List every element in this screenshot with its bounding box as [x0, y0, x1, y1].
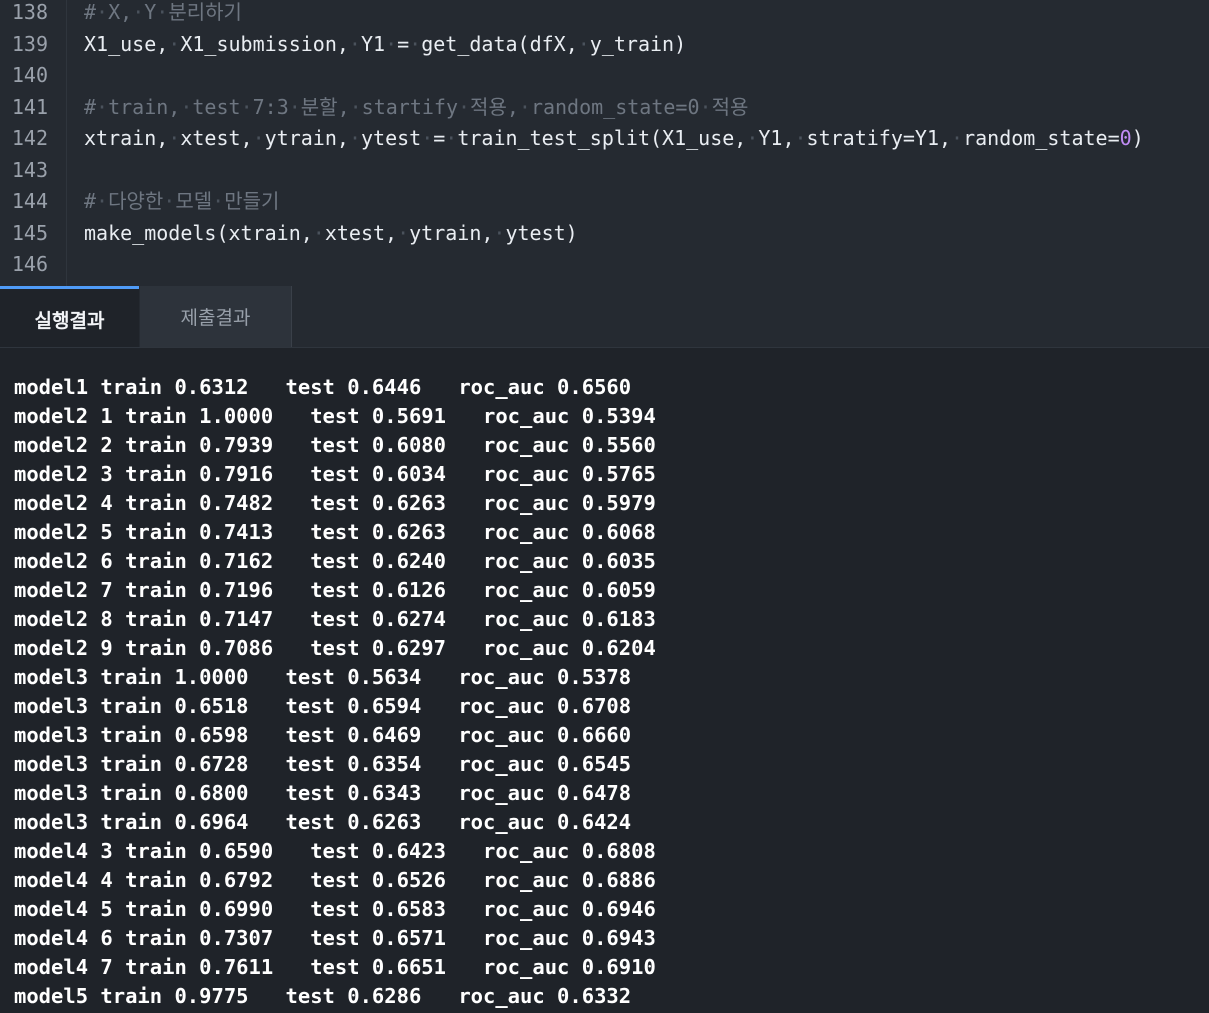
- output-line: model3 train 1.0000 test 0.5634 roc_auc …: [14, 665, 632, 689]
- output-panel: model1 train 0.6312 test 0.6446 roc_auc …: [0, 348, 1209, 1013]
- line-number: 143: [11, 157, 48, 182]
- output-line: model4 4 train 0.6792 test 0.6526 roc_au…: [14, 868, 656, 892]
- output-line: model2 4 train 0.7482 test 0.6263 roc_au…: [14, 491, 656, 515]
- output-line: model2 2 train 0.7939 test 0.6080 roc_au…: [14, 433, 656, 457]
- output-line: model2 9 train 0.7086 test 0.6297 roc_au…: [14, 636, 656, 660]
- line-number: 141: [11, 94, 48, 119]
- tab-submit-result[interactable]: 제출결과: [140, 286, 292, 347]
- output-line: model2 6 train 0.7162 test 0.6240 roc_au…: [14, 549, 656, 573]
- line-number-gutter: 138 139 140 141 142 143 144 145 146: [0, 0, 67, 286]
- line-number: 138: [11, 0, 48, 24]
- code-comment-line: #·train,·test·7:3·분할,·startify·적용,·rando…: [84, 94, 749, 119]
- output-line: model2 3 train 0.7916 test 0.6034 roc_au…: [14, 462, 656, 486]
- output-line: model2 8 train 0.7147 test 0.6274 roc_au…: [14, 607, 656, 631]
- output-line: model3 train 0.6598 test 0.6469 roc_auc …: [14, 723, 632, 747]
- output-line: model3 train 0.6518 test 0.6594 roc_auc …: [14, 694, 632, 718]
- output-line: model3 train 0.6800 test 0.6343 roc_auc …: [14, 781, 632, 805]
- code-line: xtrain,·xtest,·ytrain,·ytest·=·train_tes…: [84, 126, 1144, 150]
- output-line: model3 train 0.6964 test 0.6263 roc_auc …: [14, 810, 632, 834]
- result-tabs: 실행결과 제출결과: [0, 286, 1209, 348]
- code-line: make_models(xtrain,·xtest,·ytrain,·ytest…: [84, 220, 578, 245]
- code-comment-line: #·다양한·모델·만들기: [84, 189, 280, 213]
- output-line: model4 6 train 0.7307 test 0.6571 roc_au…: [14, 926, 656, 950]
- line-number: 144: [11, 189, 48, 213]
- output-line: model1 train 0.6312 test 0.6446 roc_auc …: [14, 375, 632, 399]
- output-line: model4 3 train 0.6590 test 0.6423 roc_au…: [14, 839, 656, 863]
- code-editor[interactable]: 138 139 140 141 142 143 144 145 146 #·X,·Y·분리하기 X…: [0, 0, 1209, 286]
- output-line: model4 7 train 0.7611 test 0.6651 roc_au…: [14, 955, 656, 979]
- line-number: 146: [11, 252, 48, 276]
- line-number: 139: [11, 31, 48, 56]
- output-line: model2 1 train 1.0000 test 0.5691 roc_au…: [14, 404, 656, 428]
- output-line: model5 train 0.9775 test 0.6286 roc_auc …: [14, 984, 632, 1008]
- code-line: X1_use,·X1_submission,·Y1·=·get_data(dfX…: [84, 31, 687, 56]
- output-line: model4 5 train 0.6990 test 0.6583 roc_au…: [14, 897, 656, 921]
- output-line: model2 5 train 0.7413 test 0.6263 roc_au…: [14, 520, 656, 544]
- output-line: model3 train 0.6728 test 0.6354 roc_auc …: [14, 752, 632, 776]
- output-line: model2 7 train 0.7196 test 0.6126 roc_au…: [14, 578, 656, 602]
- code-comment-line: #·X,·Y·분리하기: [84, 0, 242, 24]
- tab-run-result[interactable]: 실행결과: [0, 286, 139, 347]
- line-number: 140: [11, 63, 48, 87]
- line-number: 145: [11, 220, 48, 245]
- line-number: 142: [11, 126, 48, 150]
